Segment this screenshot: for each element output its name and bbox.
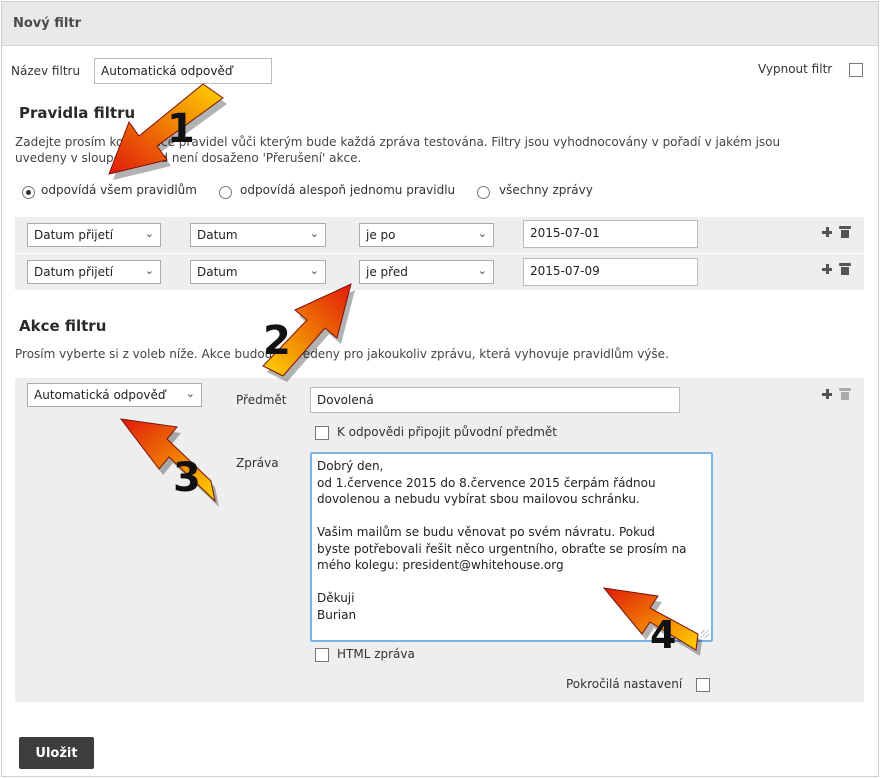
action-type-value: Automatická odpověď bbox=[34, 388, 166, 402]
rule-field-select[interactable]: Datum přijetí ⌄ bbox=[27, 223, 161, 247]
dialog-title: Nový filtr bbox=[13, 16, 82, 31]
html-message-checkbox[interactable] bbox=[315, 648, 329, 662]
callout-number-4: 4 bbox=[650, 613, 676, 657]
chevron-down-icon: ⌄ bbox=[185, 387, 195, 400]
advanced-settings-checkbox[interactable] bbox=[696, 678, 710, 692]
radio-match-any-label[interactable]: odpovídá alespoň jednomu pravidlu bbox=[240, 183, 455, 197]
rule-operator-select[interactable]: je před ⌄ bbox=[359, 260, 494, 284]
plus-icon[interactable] bbox=[822, 264, 832, 274]
message-line: byste potřebovali řešit něco urgentního,… bbox=[317, 541, 687, 556]
message-line: od 1.července 2015 do 8.července 2015 če… bbox=[317, 475, 656, 490]
callout-number-2: 2 bbox=[263, 318, 291, 364]
message-line: Dobrý den, bbox=[317, 459, 384, 473]
attach-original-subject-label[interactable]: K odpovědi připojit původní předmět bbox=[337, 425, 557, 439]
dialog-title-bar: Nový filtr bbox=[2, 2, 878, 46]
chevron-down-icon: ⌄ bbox=[144, 227, 154, 240]
rule-field-value: Datum přijetí bbox=[34, 228, 114, 242]
callout-number-1: 1 bbox=[167, 106, 195, 152]
trash-icon bbox=[839, 388, 851, 400]
plus-icon[interactable] bbox=[822, 227, 832, 237]
subject-input[interactable]: Dovolená bbox=[310, 387, 680, 413]
chevron-down-icon: ⌄ bbox=[309, 227, 319, 240]
rule-value-input[interactable]: 2015-07-01 bbox=[523, 220, 698, 248]
rule-type-value: Datum bbox=[197, 265, 238, 279]
callout-arrow-3: 3 bbox=[119, 418, 219, 507]
message-label: Zpráva bbox=[236, 456, 279, 470]
action-type-select[interactable]: Automatická odpověď ⌄ bbox=[27, 383, 202, 407]
advanced-settings-label[interactable]: Pokročilá nastavení bbox=[566, 677, 682, 691]
filter-name-label: Název filtru bbox=[11, 64, 81, 78]
radio-all-messages[interactable] bbox=[477, 186, 490, 199]
chevron-down-icon: ⌄ bbox=[477, 227, 487, 240]
actions-heading: Akce filtru bbox=[19, 317, 107, 335]
rule-operator-value: je před bbox=[366, 265, 408, 279]
chevron-down-icon: ⌄ bbox=[477, 264, 487, 277]
radio-all-messages-label[interactable]: všechny zprávy bbox=[499, 183, 593, 197]
callout-arrow-1: 1 bbox=[108, 83, 227, 180]
chevron-down-icon: ⌄ bbox=[144, 264, 154, 277]
rule-type-select[interactable]: Datum ⌄ bbox=[190, 223, 326, 247]
rule-field-select[interactable]: Datum přijetí ⌄ bbox=[27, 260, 161, 284]
message-line: dovolenou a nebudu vybírat sbou mailovou… bbox=[317, 492, 640, 506]
callout-arrow-2: 2 bbox=[262, 283, 355, 382]
callout-arrow-4: 4 bbox=[602, 587, 702, 657]
disable-filter-checkbox[interactable] bbox=[849, 63, 863, 77]
rule-field-value: Datum přijetí bbox=[34, 265, 114, 279]
trash-icon[interactable] bbox=[839, 263, 851, 275]
save-button[interactable]: Uložit bbox=[19, 737, 94, 769]
radio-match-all[interactable] bbox=[22, 186, 35, 199]
rule-operator-select[interactable]: je po ⌄ bbox=[359, 223, 494, 247]
attach-original-subject-checkbox[interactable] bbox=[315, 426, 329, 440]
message-line: Vašim mailům se budu věnovat po svém náv… bbox=[317, 525, 655, 539]
subject-label: Předmět bbox=[236, 393, 287, 407]
message-line: mého kolegu: president@whitehouse.org bbox=[317, 558, 564, 572]
message-line bbox=[317, 508, 706, 525]
rule-operator-value: je po bbox=[366, 228, 396, 242]
plus-icon[interactable] bbox=[822, 389, 832, 399]
html-message-label[interactable]: HTML zpráva bbox=[337, 647, 415, 661]
trash-icon[interactable] bbox=[839, 226, 851, 238]
disable-filter-label: Vypnout filtr bbox=[758, 62, 833, 76]
rule-type-value: Datum bbox=[197, 228, 238, 242]
callout-number-3: 3 bbox=[173, 455, 201, 501]
rule-value-input[interactable]: 2015-07-09 bbox=[523, 258, 698, 286]
